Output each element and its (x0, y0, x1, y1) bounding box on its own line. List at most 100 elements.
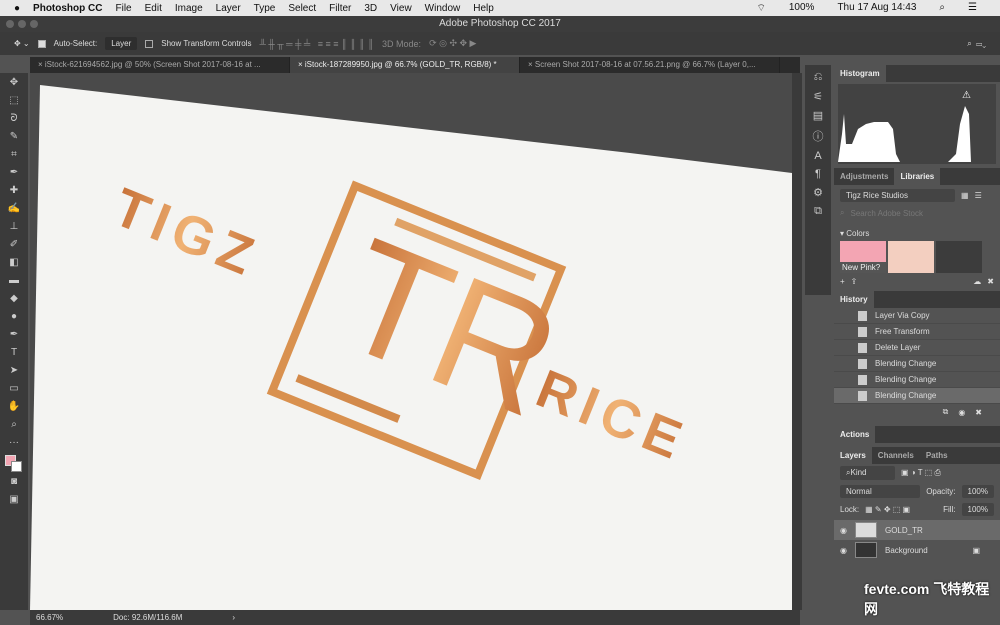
battery-label[interactable]: 100% (789, 2, 815, 15)
history-item[interactable]: Delete Layer (834, 340, 1000, 356)
3d-mode-icons[interactable]: ⟳ ◎ ✣ ✥ ▶ (429, 38, 476, 49)
menu-select[interactable]: Select (288, 3, 316, 14)
close-window-button[interactable] (6, 20, 14, 28)
brush-tool-icon[interactable]: ✍ (8, 203, 20, 218)
lock-icons[interactable]: ▦ ✎ ✥ ⬚ ▣ (865, 505, 910, 514)
color-swatch[interactable]: New Pink? (840, 241, 886, 273)
clock[interactable]: Thu 17 Aug 14:43 (837, 2, 916, 15)
zoom-level[interactable]: 66.67% (36, 613, 63, 622)
menu-view[interactable]: View (390, 3, 412, 14)
history-item-selected[interactable]: Blending Change (834, 388, 1000, 404)
filter-kind-dropdown[interactable]: ⌕Kind (840, 466, 895, 480)
menu-filter[interactable]: Filter (329, 3, 351, 14)
spotlight-icon[interactable]: ⌕ (939, 2, 945, 15)
tab-history[interactable]: History (834, 291, 874, 308)
type-tool-icon[interactable]: T (11, 347, 17, 362)
colors-section[interactable]: ▾ Colors (840, 229, 869, 238)
history-item[interactable]: Blending Change (834, 372, 1000, 388)
align-icons[interactable]: ╨ ╫ ╥ ═ ╪ ╧ ≡ ≡ ≡ ║ ║ ║ ║ (260, 39, 375, 49)
menu-edit[interactable]: Edit (145, 3, 162, 14)
layer-row-gold-tr[interactable]: ◉ GOLD_TR (834, 520, 1000, 540)
marquee-tool-icon[interactable]: ⬚ (9, 95, 18, 110)
list-view-icon[interactable]: ☰ (975, 191, 982, 200)
menu-3d[interactable]: 3D (364, 3, 377, 14)
tab-adjustments[interactable]: Adjustments (834, 168, 894, 185)
blend-mode-dropdown[interactable]: Normal (840, 484, 921, 498)
opacity-input[interactable]: 100% (961, 484, 994, 498)
doc-size[interactable]: Doc: 92.6M/116.6M (113, 613, 182, 622)
document-canvas[interactable]: TIGZ TR RICE (30, 73, 792, 610)
paragraph-panel-icon[interactable]: ¶ (815, 168, 821, 180)
tab-doc-3[interactable]: × Screen Shot 2017-08-16 at 07.56.21.png… (520, 57, 780, 73)
vertical-scrollbar[interactable] (792, 73, 802, 610)
screen-mode-icon[interactable]: ▣ (9, 494, 18, 509)
auto-select-checkbox[interactable] (37, 39, 46, 48)
minimize-window-button[interactable] (18, 20, 26, 28)
tab-channels[interactable]: Channels (872, 447, 920, 464)
menu-image[interactable]: Image (175, 3, 203, 14)
visibility-eye-icon[interactable]: ◉ (840, 526, 847, 535)
shape-tool-icon[interactable]: ▭ (9, 383, 18, 398)
notification-icon[interactable]: ☰ (968, 2, 977, 15)
eraser-tool-icon[interactable]: ◧ (9, 257, 18, 272)
grid-view-icon[interactable]: ▦ (961, 191, 969, 200)
eyedropper-tool-icon[interactable]: ✒ (10, 167, 18, 182)
pen-tool-icon[interactable]: ✒ (10, 329, 18, 344)
tab-doc-1[interactable]: × iStock-621694562.jpg @ 50% (Screen Sho… (30, 57, 290, 73)
apple-menu[interactable]: ● (14, 3, 20, 14)
zoom-window-button[interactable] (30, 20, 38, 28)
wifi-icon[interactable]: ⌔ (756, 2, 765, 15)
show-transform-checkbox[interactable] (145, 39, 154, 48)
adjustments-panel-icon[interactable]: ⚟ (813, 90, 823, 103)
menu-help[interactable]: Help (473, 3, 494, 14)
fill-input[interactable]: 100% (961, 502, 994, 516)
history-panel-icon[interactable]: ⎌ (814, 71, 823, 84)
crop-tool-icon[interactable]: ⌗ (11, 149, 17, 164)
tab-paths[interactable]: Paths (920, 447, 954, 464)
search-icon[interactable]: ⌕ ▭⌄ (967, 39, 986, 49)
tab-layers[interactable]: Layers (834, 447, 872, 464)
history-item[interactable]: Layer Via Copy (834, 308, 1000, 324)
zoom-tool-icon[interactable]: ⌕ (11, 419, 17, 434)
healing-tool-icon[interactable]: ✚ (10, 185, 18, 200)
stock-search-input[interactable]: Search Adobe Stock (850, 209, 923, 218)
layer-filter-icons[interactable]: ▣ ◑ T ⬚ ⎙ (901, 468, 941, 478)
menu-app[interactable]: Photoshop CC (33, 3, 102, 14)
sync-icon[interactable]: ☁ (973, 277, 981, 286)
library-dropdown[interactable]: Tigz Rice Studios (840, 188, 955, 202)
move-tool-icon[interactable]: ✥ ⌄ (14, 39, 30, 48)
move-tool-icon[interactable]: ✥ (10, 77, 18, 92)
new-document-from-state-icon[interactable]: ⧉ (943, 407, 949, 417)
tab-libraries[interactable]: Libraries (894, 168, 941, 185)
visibility-eye-icon[interactable]: ◉ (840, 546, 847, 555)
menu-file[interactable]: File (115, 3, 131, 14)
tab-histogram[interactable]: Histogram (834, 65, 886, 82)
menu-window[interactable]: Window (425, 3, 461, 14)
blur-tool-icon[interactable]: ◆ (10, 293, 18, 308)
layer-row-background[interactable]: ◉ Background ▣ (834, 540, 1000, 560)
libraries-panel-icon[interactable]: ⧉ (814, 205, 822, 218)
hand-tool-icon[interactable]: ✋ (8, 401, 20, 416)
path-select-tool-icon[interactable]: ➤ (10, 365, 18, 380)
tab-actions[interactable]: Actions (834, 426, 876, 443)
lasso-tool-icon[interactable]: ᘐ (10, 113, 17, 128)
trash-icon[interactable]: ✖ (987, 277, 994, 286)
histogram-panel-icon[interactable]: ▤ (813, 109, 823, 122)
menu-layer[interactable]: Layer (216, 3, 241, 14)
history-item[interactable]: Blending Change (834, 356, 1000, 372)
auto-select-dropdown[interactable]: Layer (105, 37, 138, 50)
snapshot-icon[interactable]: ◉ (958, 408, 965, 417)
color-swatch[interactable] (888, 241, 934, 273)
color-swatch[interactable] (936, 241, 982, 273)
quick-select-tool-icon[interactable]: ✎ (10, 131, 18, 146)
info-panel-icon[interactable]: ⓘ (813, 128, 824, 144)
dodge-tool-icon[interactable]: ● (11, 311, 17, 326)
trash-icon[interactable]: ✖ (975, 408, 982, 417)
properties-panel-icon[interactable]: ⚙ (813, 186, 823, 199)
quick-mask-icon[interactable]: ◙ (11, 476, 17, 491)
stamp-tool-icon[interactable]: ⊥ (10, 221, 19, 236)
gradient-tool-icon[interactable]: ▬ (9, 275, 19, 290)
color-swatches[interactable] (5, 455, 23, 473)
history-item[interactable]: Free Transform (834, 324, 1000, 340)
tab-doc-2[interactable]: × iStock-187289950.jpg @ 66.7% (GOLD_TR,… (290, 57, 520, 73)
